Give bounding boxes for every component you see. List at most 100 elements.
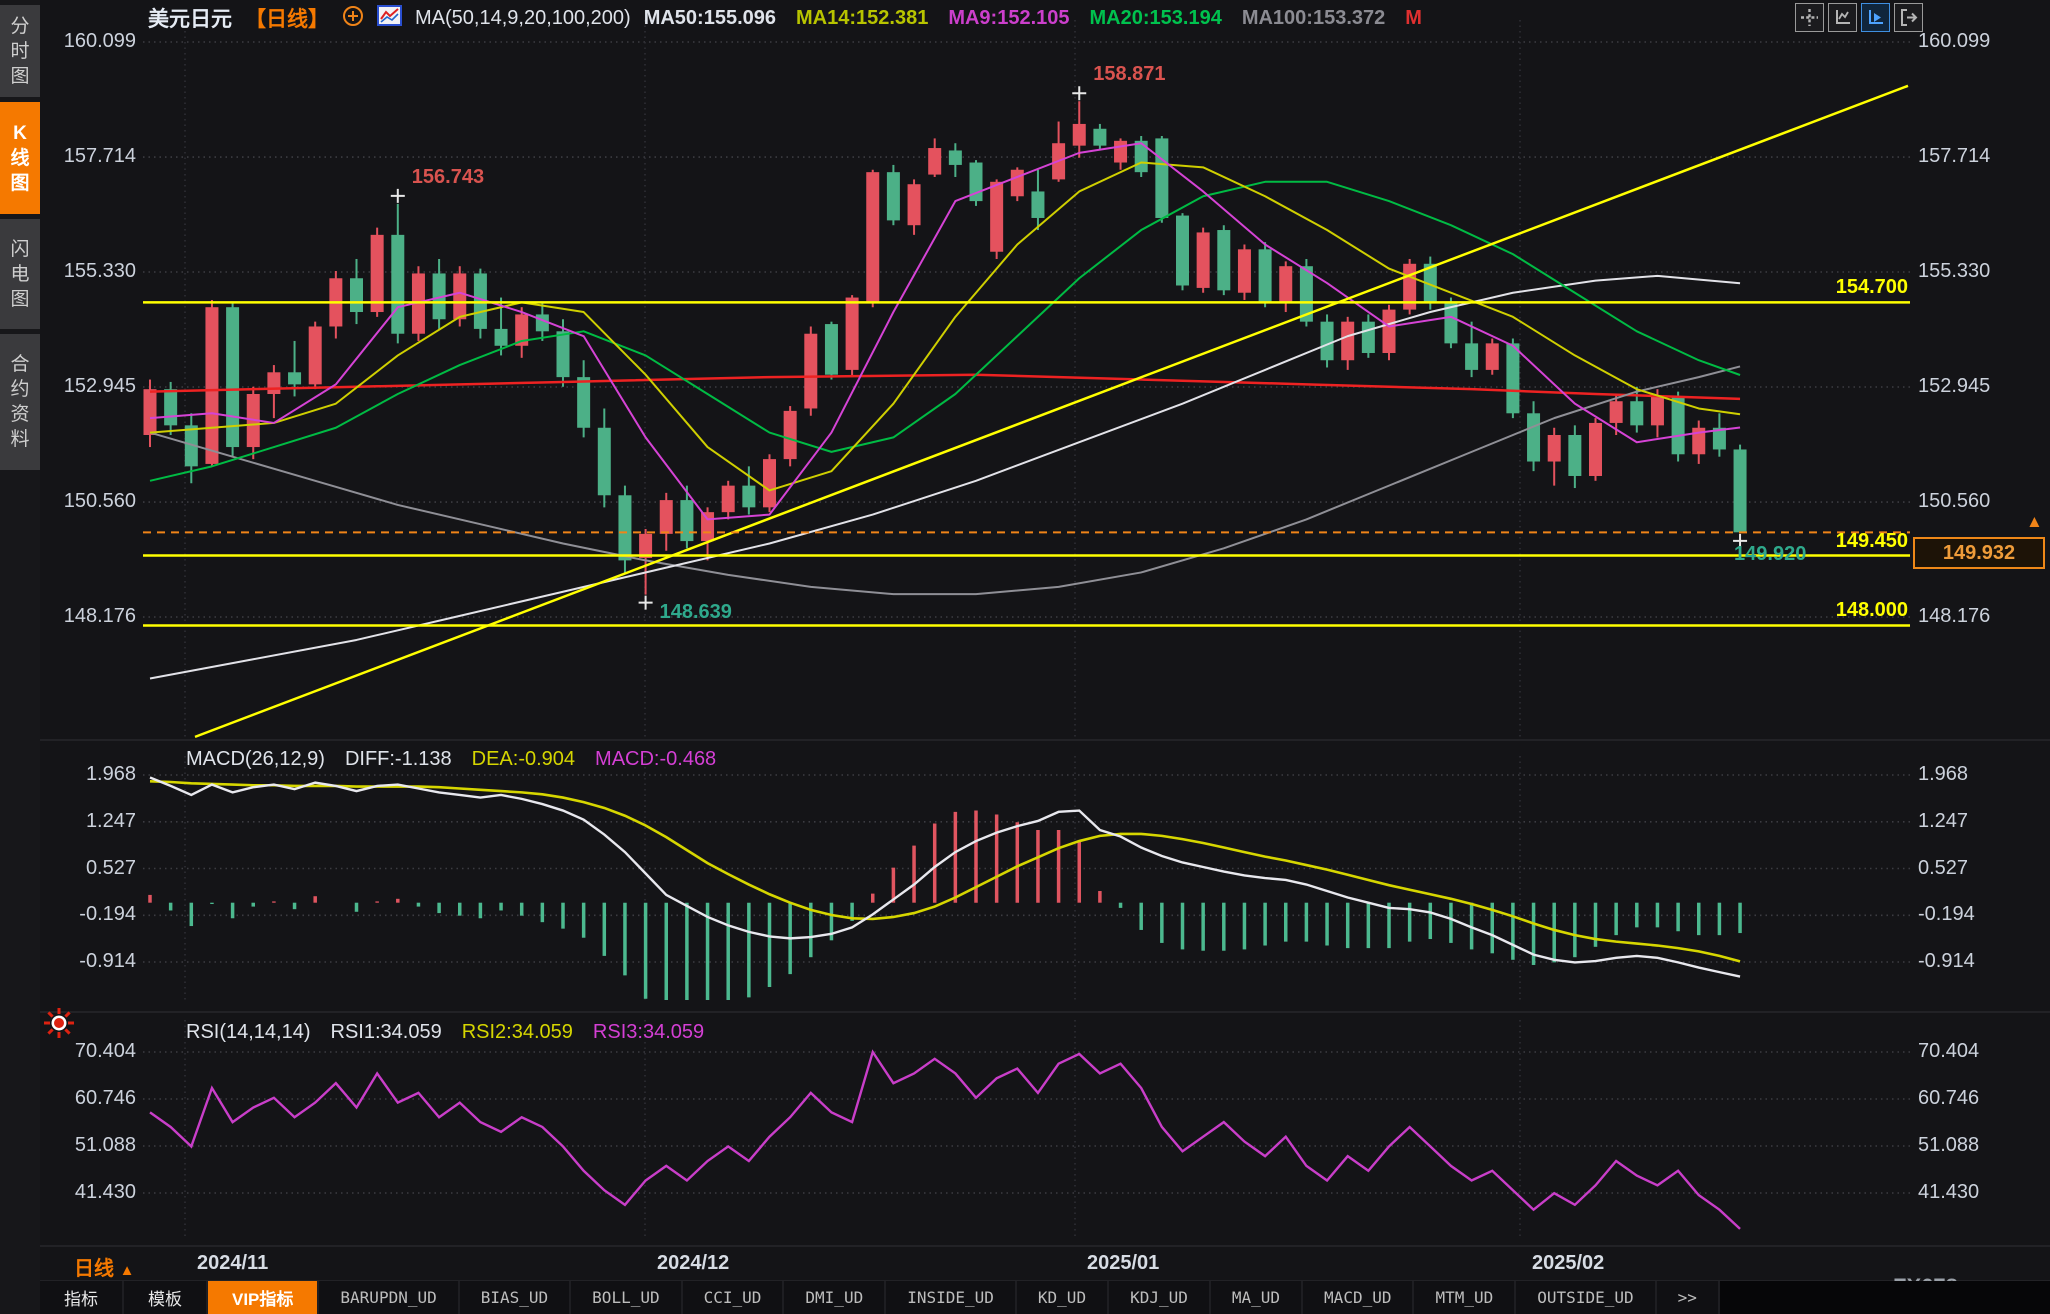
candle-body[interactable]	[288, 372, 301, 384]
candle-body[interactable]	[804, 334, 817, 409]
candle-body[interactable]	[1527, 413, 1540, 461]
pan-crosshair-icon[interactable]	[1795, 3, 1824, 32]
sidebar-tab-3[interactable]: 闪电图	[0, 219, 40, 329]
y-axis-tick-left: 41.430	[44, 1181, 136, 1204]
candle-body[interactable]	[1031, 191, 1044, 218]
candle-body[interactable]	[908, 184, 921, 225]
toolbar-button-cci_ud[interactable]: CCI_UD	[683, 1281, 785, 1314]
candle-body[interactable]	[1093, 129, 1106, 146]
y-axis-tick-right: 150.560	[1918, 490, 1990, 513]
toolbar-button-inside_ud[interactable]: INSIDE_UD	[886, 1281, 1017, 1314]
y-axis-tick-left: -0.194	[44, 903, 136, 926]
candle-body[interactable]	[1362, 322, 1375, 353]
candle-body[interactable]	[557, 331, 570, 377]
candle-body[interactable]	[205, 307, 218, 464]
candle-body[interactable]	[1321, 322, 1334, 361]
rsi-header: RSI(14,14,14) RSI1:34.059 RSI2:34.059 RS…	[186, 1021, 704, 1044]
candle-body[interactable]	[866, 172, 879, 302]
axis-scale-icon[interactable]	[1828, 3, 1857, 32]
add-indicator-icon[interactable]	[342, 5, 364, 32]
candle-body[interactable]	[1589, 423, 1602, 476]
candle-body[interactable]	[1073, 124, 1086, 146]
candle-body[interactable]	[1610, 401, 1623, 423]
candle-body[interactable]	[1279, 266, 1292, 302]
candle-body[interactable]	[1011, 170, 1024, 197]
toolbar-button-ma_ud[interactable]: MA_UD	[1211, 1281, 1303, 1314]
candle-body[interactable]	[309, 326, 322, 384]
mini-chart-icon[interactable]	[377, 5, 402, 31]
candle-body[interactable]	[1506, 343, 1519, 413]
auto-scroll-icon[interactable]	[1861, 3, 1890, 32]
candle-body[interactable]	[1672, 396, 1685, 454]
x-axis-date-label: 2024/11	[197, 1252, 268, 1275]
candle-body[interactable]	[1383, 310, 1396, 353]
toolbar-button-boll_ud[interactable]: BOLL_UD	[571, 1281, 682, 1314]
candle-body[interactable]	[1734, 449, 1747, 532]
candle-body[interactable]	[1548, 435, 1561, 462]
candle-body[interactable]	[1568, 435, 1581, 476]
candle-body[interactable]	[1341, 322, 1354, 361]
candle-body[interactable]	[742, 486, 755, 508]
candle-body[interactable]	[680, 500, 693, 541]
candle-body[interactable]	[267, 372, 280, 394]
candle-body[interactable]	[660, 500, 673, 534]
sidebar-tab-1[interactable]: 分时图	[0, 5, 40, 97]
candle-body[interactable]	[391, 235, 404, 334]
candle-body[interactable]	[1486, 343, 1499, 370]
candle-body[interactable]	[144, 389, 157, 435]
y-axis-tick-left: 157.714	[44, 145, 136, 168]
exit-fullscreen-icon[interactable]	[1894, 3, 1923, 32]
candle-body[interactable]	[598, 428, 611, 496]
toolbar-button-barupdn_ud[interactable]: BARUPDN_UD	[319, 1281, 459, 1314]
toolbar-button-mtm_ud[interactable]: MTM_UD	[1414, 1281, 1516, 1314]
candle-body[interactable]	[1114, 141, 1127, 163]
candle-body[interactable]	[701, 512, 714, 541]
ma-value-label: MA9:152.105	[948, 7, 1069, 30]
candle-body[interactable]	[763, 459, 776, 507]
candle-body[interactable]	[1465, 343, 1478, 370]
toolbar-button-macd_ud[interactable]: MACD_UD	[1303, 1281, 1414, 1314]
candle-body[interactable]	[1651, 396, 1664, 425]
candle-body[interactable]	[928, 148, 941, 175]
candle-body[interactable]	[784, 411, 797, 459]
sidebar-tab-2[interactable]: K线图	[0, 102, 40, 214]
toolbar-button-[interactable]: 模板	[124, 1281, 208, 1314]
timeframe-dropdown[interactable]: 日线 ▲	[74, 1252, 134, 1281]
toolbar-button-[interactable]: 指标	[40, 1281, 124, 1314]
price-chart-canvas[interactable]	[0, 0, 2050, 1314]
toolbar-button-outside_ud[interactable]: OUTSIDE_UD	[1516, 1281, 1656, 1314]
candle-body[interactable]	[1155, 138, 1168, 218]
candle-body[interactable]	[1259, 249, 1272, 302]
sidebar-tab-4[interactable]: 合约资料	[0, 334, 40, 470]
candle-body[interactable]	[1217, 230, 1230, 290]
indicator-toolbar: 指标模板VIP指标BARUPDN_UDBIAS_UDBOLL_UDCCI_UDD…	[40, 1281, 2050, 1314]
candle-body[interactable]	[371, 235, 384, 312]
candle-body[interactable]	[1630, 401, 1643, 425]
candle-body[interactable]	[1176, 216, 1189, 286]
candle-body[interactable]	[846, 298, 859, 370]
alert-record-icon[interactable]	[42, 1006, 76, 1045]
candle-body[interactable]	[618, 495, 631, 560]
candle-body[interactable]	[164, 389, 177, 425]
macd-diff-line	[150, 777, 1740, 976]
candle-body[interactable]	[825, 324, 838, 375]
toolbar-button-kd_ud[interactable]: KD_UD	[1017, 1281, 1109, 1314]
candle-body[interactable]	[453, 273, 466, 319]
candle-body[interactable]	[1238, 249, 1251, 292]
toolbar-button-dmi_ud[interactable]: DMI_UD	[784, 1281, 886, 1314]
candle-body[interactable]	[495, 329, 508, 346]
toolbar-button-kdj_ud[interactable]: KDJ_UD	[1109, 1281, 1211, 1314]
candle-body[interactable]	[722, 486, 735, 513]
toolbar-button-bias_ud[interactable]: BIAS_UD	[460, 1281, 571, 1314]
left-sidebar: 分时图 K线图闪电图合约资料	[0, 0, 40, 1314]
toolbar-button-vip[interactable]: VIP指标	[208, 1281, 319, 1314]
candle-body[interactable]	[577, 377, 590, 428]
toolbar-button->>[interactable]: >>	[1657, 1281, 1720, 1314]
period-tag[interactable]: 【日线】	[245, 3, 329, 33]
extreme-price-label: 158.871	[1093, 63, 1165, 86]
candle-body[interactable]	[990, 182, 1003, 252]
candle-body[interactable]	[949, 150, 962, 164]
candle-body[interactable]	[1197, 232, 1210, 287]
candle-body[interactable]	[350, 278, 363, 312]
candle-body[interactable]	[887, 172, 900, 220]
